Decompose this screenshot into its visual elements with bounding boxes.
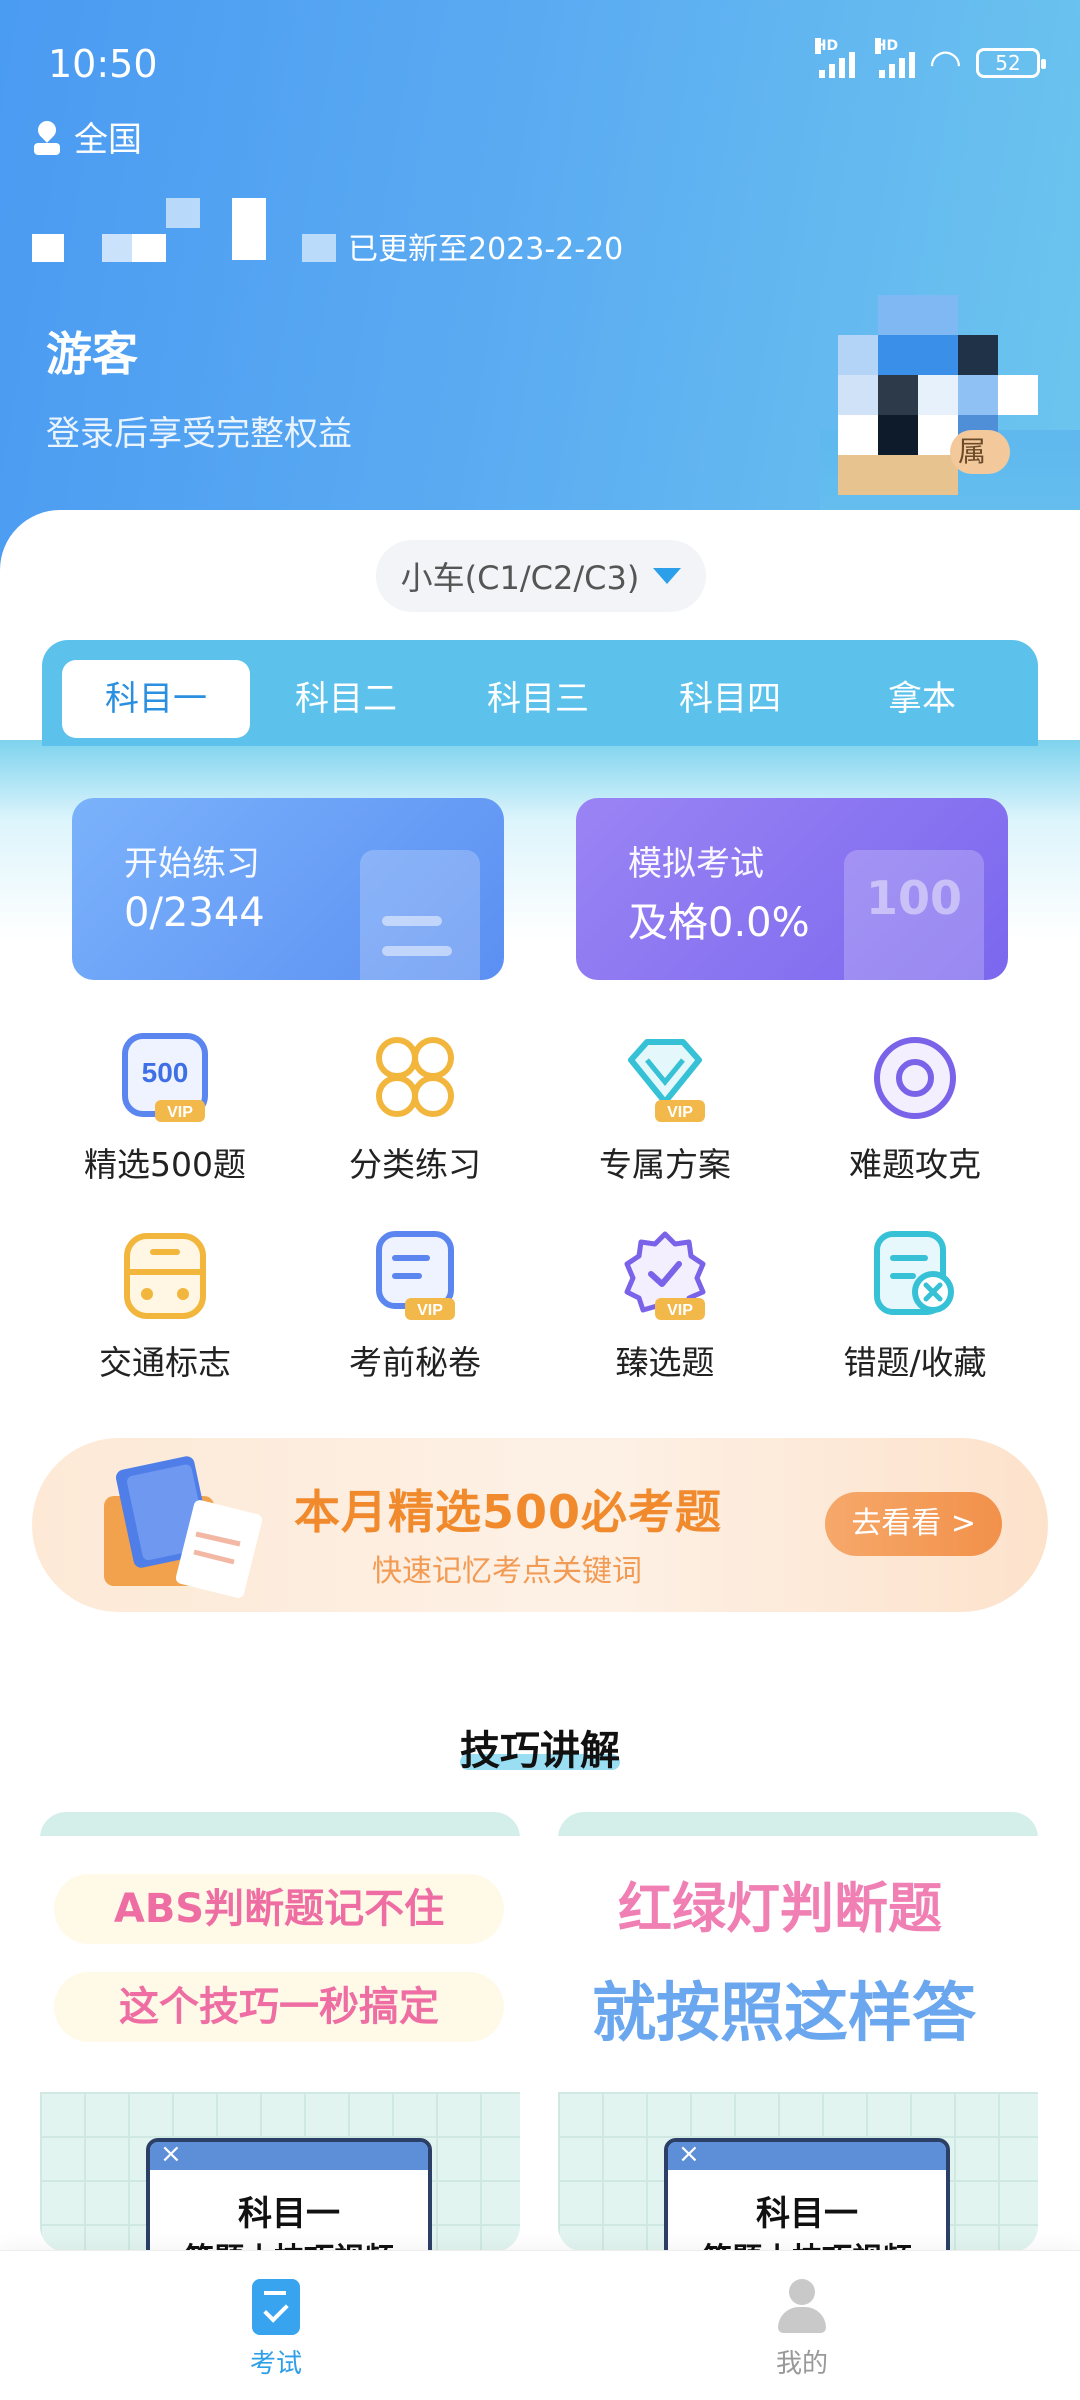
practice-progress: 0/2344 xyxy=(124,890,265,936)
feature-select-500[interactable]: 500 VIP 精选500题 xyxy=(40,1030,290,1186)
feature-label: 交通标志 xyxy=(99,1343,231,1382)
badge-check-vip-icon: VIP xyxy=(624,1231,706,1320)
user-profile-icon xyxy=(776,2279,828,2335)
promo-banner[interactable]: 本月精选500必考题 快速记忆考点关键词 去看看 > xyxy=(32,1438,1048,1612)
category-grid-icon xyxy=(376,1037,454,1117)
feature-label: 专属方案 xyxy=(599,1145,731,1184)
video-title: 科目一 xyxy=(756,2194,858,2234)
wrong-collection-icon xyxy=(874,1231,954,1315)
avatar[interactable] xyxy=(838,295,1038,505)
avatar-tag: 属 xyxy=(950,430,1011,474)
feature-hard-questions[interactable]: 难题攻克 xyxy=(790,1030,1040,1186)
mock-exam-card[interactable]: 模拟考试 及格0.0% 100 xyxy=(576,798,1008,980)
feature-label: 难题攻克 xyxy=(849,1145,981,1184)
nav-tab-exam[interactable]: 考试 xyxy=(206,2279,346,2380)
feature-label: 臻选题 xyxy=(615,1343,715,1382)
car-type-label: 小车(C1/C2/C3) xyxy=(400,559,640,597)
tab-subject-4[interactable]: 科目四 xyxy=(634,660,826,738)
signal-icon-2: HD xyxy=(874,38,915,78)
banner-subtitle: 快速记忆考点关键词 xyxy=(372,1554,642,1589)
location-pin-icon xyxy=(32,119,62,155)
svg-text:500: 500 xyxy=(142,1057,189,1088)
banner-title: 本月精选500必考题 xyxy=(294,1485,723,1539)
diamond-vip-icon: VIP xyxy=(628,1039,705,1122)
close-icon: × xyxy=(678,2139,700,2169)
exam-pass-rate: 及格0.0% xyxy=(628,900,810,946)
tab-subject-1[interactable]: 科目一 xyxy=(62,660,250,738)
location-label: 全国 xyxy=(74,120,142,160)
tips-section-title: 技巧讲解 xyxy=(460,1728,620,1774)
nav-label: 考试 xyxy=(249,2349,302,2379)
status-time: 10:50 xyxy=(48,42,158,86)
500-vip-icon: 500 VIP xyxy=(122,1033,208,1122)
battery-icon: 52 xyxy=(976,48,1046,78)
video-thumbnail-window: × 科目一 答题小技巧视频 xyxy=(664,2138,950,2252)
banner-go-button[interactable]: 去看看 > xyxy=(825,1492,1002,1556)
feature-label: 分类练习 xyxy=(349,1145,481,1184)
caret-down-icon xyxy=(653,568,682,584)
feature-category-practice[interactable]: 分类练习 xyxy=(290,1030,540,1186)
wifi-icon: ◠ xyxy=(928,41,962,85)
guest-name[interactable]: 游客 xyxy=(46,318,138,384)
update-status-text: 已更新至2023-2-20 xyxy=(348,232,624,267)
svg-text:VIP: VIP xyxy=(167,1104,193,1121)
tip-line-1: 红绿灯判断题 xyxy=(618,1877,942,1940)
subject-tabs: 科目一 科目二 科目三 科目四 拿本 xyxy=(42,640,1038,746)
tip-video-card[interactable]: ABS判断题记不住 这个技巧一秒搞定 × 科目一 答题小技巧视频 xyxy=(40,1812,520,2252)
feature-traffic-signs[interactable]: 交通标志 xyxy=(40,1228,290,1384)
tip-line-2: 这个技巧一秒搞定 xyxy=(54,1972,504,2042)
nav-label: 我的 xyxy=(775,2349,828,2379)
tip-line-1: ABS判断题记不住 xyxy=(54,1874,504,1944)
tip-line-2: 就按照这样答 xyxy=(592,1977,976,2051)
car-type-dropdown[interactable]: 小车(C1/C2/C3) xyxy=(376,540,706,612)
feature-label: 错题/收藏 xyxy=(843,1343,987,1382)
score-paper-icon: 100 xyxy=(844,850,984,980)
start-practice-card[interactable]: 开始练习 0/2344 xyxy=(72,798,504,980)
feature-label: 精选500题 xyxy=(84,1145,246,1184)
tab-subject-2[interactable]: 科目二 xyxy=(250,660,442,738)
login-hint[interactable]: 登录后享受完整权益 xyxy=(46,406,352,455)
secret-paper-vip-icon: VIP xyxy=(376,1231,455,1320)
feature-grid: 500 VIP 精选500题 分类练习 VIP 专属方案 难题攻克 交通标志 V… xyxy=(40,1030,1040,1384)
target-icon xyxy=(874,1037,956,1119)
document-icon xyxy=(360,850,480,980)
status-bar: 10:50 HD HD ◠ 52 xyxy=(0,0,1080,130)
location-selector[interactable]: 全国 xyxy=(32,112,142,161)
nav-tab-me[interactable]: 我的 xyxy=(732,2279,872,2380)
feature-wrong-collection[interactable]: 错题/收藏 xyxy=(790,1228,1040,1384)
exam-label: 模拟考试 xyxy=(628,844,764,884)
video-thumbnail-window: × 科目一 答题小技巧视频 xyxy=(146,2138,432,2252)
exam-clipboard-icon xyxy=(252,2279,300,2335)
signal-icon: HD xyxy=(814,38,855,78)
tip-video-card[interactable]: 红绿灯判断题 就按照这样答 × 科目一 答题小技巧视频 xyxy=(558,1812,1038,2252)
bus-icon xyxy=(124,1233,206,1319)
tip-card-top-band xyxy=(40,1812,520,1836)
tip-card-top-band xyxy=(558,1812,1038,1836)
svg-text:VIP: VIP xyxy=(667,1104,693,1121)
feature-exclusive-plan[interactable]: VIP 专属方案 xyxy=(540,1030,790,1186)
svg-text:VIP: VIP xyxy=(667,1302,693,1319)
tab-subject-3[interactable]: 科目三 xyxy=(442,660,634,738)
feature-premium-questions[interactable]: VIP 臻选题 xyxy=(540,1228,790,1384)
redacted-banner-text xyxy=(32,198,352,268)
video-title: 科目一 xyxy=(238,2194,340,2234)
svg-text:VIP: VIP xyxy=(417,1302,443,1319)
close-icon: × xyxy=(160,2139,182,2169)
practice-label: 开始练习 xyxy=(124,844,260,884)
status-icons: HD HD ◠ 52 xyxy=(814,38,1046,85)
book-illustration-icon xyxy=(104,1456,263,1598)
feature-label: 考前秘卷 xyxy=(349,1343,481,1382)
feature-secret-paper[interactable]: VIP 考前秘卷 xyxy=(290,1228,540,1384)
bottom-navigation: 考试 我的 xyxy=(0,2250,1080,2400)
tab-license[interactable]: 拿本 xyxy=(826,660,1018,738)
